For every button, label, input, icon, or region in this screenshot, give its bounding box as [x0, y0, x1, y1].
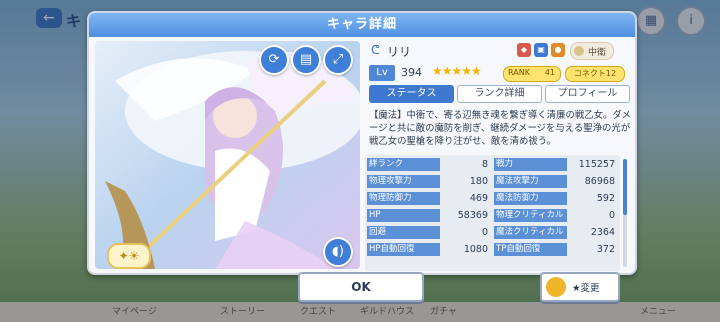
- position-label: 中衛: [588, 48, 607, 58]
- stat-value: 1080: [463, 244, 488, 255]
- card-icon[interactable]: ▤: [291, 45, 321, 75]
- stat-label: 魔法防御力: [494, 192, 567, 205]
- stat-label: 魔法クリティカル: [494, 226, 567, 239]
- stat-item: 戦力 115257: [492, 158, 618, 171]
- stat-label: 物理防御力: [367, 192, 440, 205]
- change-star-button[interactable]: ★変更: [540, 272, 620, 302]
- detail-tabs: ステータス ランク詳細 プロフィール: [367, 85, 631, 103]
- attribute-icon: ◆: [517, 43, 531, 57]
- dialog-title: キャラ詳細: [89, 13, 635, 37]
- stat-value: 0: [608, 210, 615, 221]
- stat-value: 372: [596, 244, 615, 255]
- stat-value: 115257: [578, 159, 615, 170]
- tab-profile[interactable]: プロフィール: [545, 85, 630, 103]
- stat-value: 8: [481, 159, 488, 170]
- stat-label: 戦力: [494, 158, 567, 171]
- stat-label: TP自動回復: [494, 243, 567, 256]
- stats-row: HP 58369 物理クリティカル 0: [365, 209, 620, 223]
- stat-item: 絆ランク 8: [365, 158, 491, 171]
- character-detail-dialog: キャラ詳細 ⟳ ▤ ⤢ ◖) ✦☀ ᕦ リリ ◆ ▣ ● 中衛 Lv 394 ★…: [87, 11, 637, 275]
- stat-item: 魔法クリティカル 2364: [492, 226, 618, 239]
- unit-icon[interactable]: ✦☀: [107, 243, 151, 269]
- stats-row: 回避 0 魔法クリティカル 2364: [365, 226, 620, 240]
- stat-item: TP自動回復 372: [492, 243, 618, 256]
- change-label: ★変更: [572, 283, 600, 294]
- rank-badge: RANK 41: [503, 66, 561, 82]
- stat-label: 物理攻撃力: [367, 175, 440, 188]
- guild-icon: ●: [551, 43, 565, 57]
- voice-icon[interactable]: ◖): [323, 237, 353, 267]
- expand-icon[interactable]: ⤢: [323, 45, 353, 75]
- stat-label: 魔法攻撃力: [494, 175, 567, 188]
- star-rating: ★★★★★: [432, 64, 482, 78]
- position-icon: [574, 46, 584, 56]
- connect-badge: コネクト12: [565, 66, 625, 82]
- role-icon: ▣: [534, 43, 548, 57]
- stat-item: 物理攻撃力 180: [365, 175, 491, 188]
- position-badge: 中衛: [570, 42, 614, 60]
- tab-rank-detail[interactable]: ランク詳細: [457, 85, 542, 103]
- level-value: 394: [401, 66, 422, 79]
- stat-label: 絆ランク: [367, 158, 440, 171]
- stat-label: HP自動回復: [367, 243, 440, 256]
- stats-row: 絆ランク 8 戦力 115257: [365, 158, 620, 172]
- rank-value: 41: [544, 68, 555, 77]
- stat-item: HP 58369: [365, 209, 491, 222]
- stats-row: 物理防御力 469 魔法防御力 592: [365, 192, 620, 206]
- stats-row: 物理攻撃力 180 魔法攻撃力 86968: [365, 175, 620, 189]
- level-row: Lv 394 ★★★★★ RANK 41 コネクト12: [369, 64, 631, 83]
- character-illustration: [95, 41, 360, 269]
- stats-row: HP自動回復 1080 TP自動回復 372: [365, 243, 620, 257]
- rank-label: RANK: [508, 68, 530, 77]
- stat-item: 回避 0: [365, 226, 491, 239]
- stat-item: HP自動回復 1080: [365, 243, 491, 256]
- sync-icon[interactable]: ⟳: [259, 45, 289, 75]
- level-label: Lv: [369, 65, 395, 81]
- name-row: ᕦ リリ ◆ ▣ ● 中衛: [369, 41, 631, 61]
- class-icon: ᕦ: [371, 43, 380, 57]
- character-portrait: ⟳ ▤ ⤢ ◖) ✦☀: [95, 41, 360, 269]
- stat-item: 物理クリティカル 0: [492, 209, 618, 222]
- tab-status[interactable]: ステータス: [369, 85, 454, 103]
- skill-description: 【魔法】中衛で、寄る辺無き魂を繋ぎ導く清廉の戦乙女。ダメージと共に敵の魔防を削ぎ…: [369, 110, 631, 147]
- stat-value: 86968: [584, 176, 615, 187]
- stat-value: 180: [469, 176, 488, 187]
- change-icon: [546, 277, 566, 297]
- stat-value: 0: [481, 227, 488, 238]
- scrollbar-thumb[interactable]: [623, 159, 627, 215]
- stat-value: 592: [596, 193, 615, 204]
- ok-button[interactable]: OK: [298, 272, 424, 302]
- stat-label: 物理クリティカル: [494, 209, 567, 222]
- stat-item: 魔法防御力 592: [492, 192, 618, 205]
- stat-value: 469: [469, 193, 488, 204]
- stat-value: 2364: [590, 227, 615, 238]
- stats-table: 絆ランク 8 戦力 115257 物理攻撃力 180 魔法攻撃力 86968 物理防御力…: [365, 155, 620, 271]
- stat-item: 物理防御力 469: [365, 192, 491, 205]
- character-name: リリ: [387, 45, 412, 59]
- stat-label: 回避: [367, 226, 440, 239]
- stat-label: HP: [367, 209, 440, 222]
- stat-item: 魔法攻撃力 86968: [492, 175, 618, 188]
- stat-value: 58369: [457, 210, 488, 221]
- stats-scrollbar[interactable]: [623, 159, 627, 267]
